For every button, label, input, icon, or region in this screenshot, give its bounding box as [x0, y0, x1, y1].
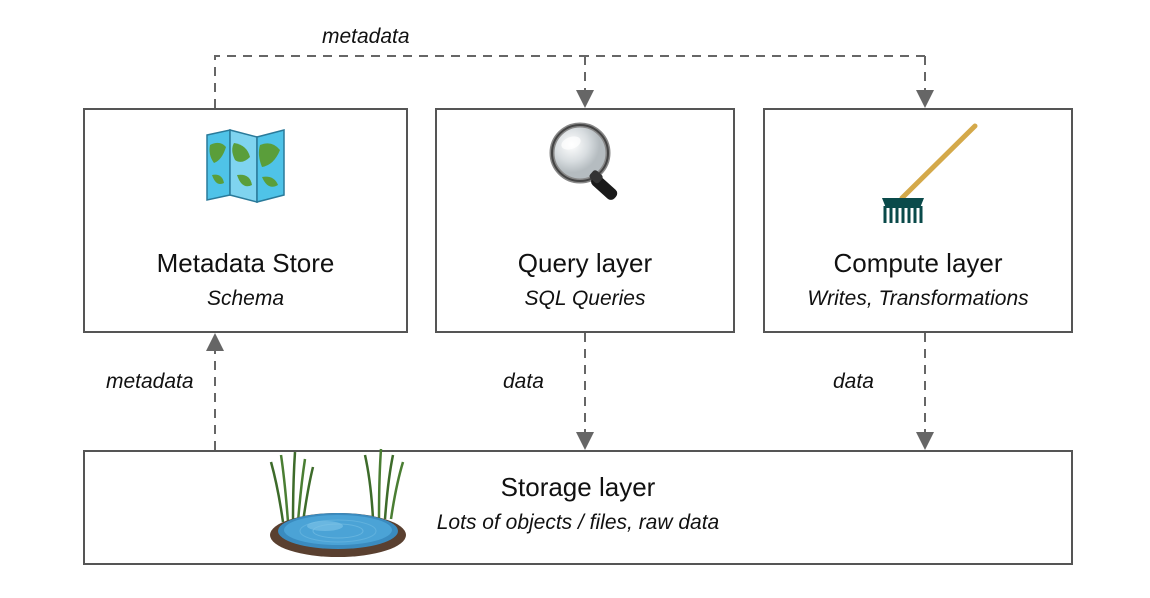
metadata-store-title: Metadata Store [157, 248, 335, 279]
rake-icon [870, 118, 1000, 233]
compute-layer-title: Compute layer [833, 248, 1002, 279]
query-layer-title: Query layer [518, 248, 652, 279]
metadata-store-subtitle: Schema [207, 287, 284, 311]
storage-layer-box: Storage layer Lots of objects / files, r… [83, 450, 1073, 565]
data-compute-arrow-label: data [833, 370, 874, 394]
magnifier-icon [545, 118, 635, 218]
compute-layer-subtitle: Writes, Transformations [807, 287, 1028, 311]
map-icon [202, 125, 292, 210]
data-query-arrow-label: data [503, 370, 544, 394]
metadata-arrow-label: metadata [106, 370, 194, 394]
storage-layer-title: Storage layer [437, 472, 719, 503]
pond-icon [253, 427, 433, 567]
query-layer-subtitle: SQL Queries [524, 287, 645, 311]
storage-layer-subtitle: Lots of objects / files, raw data [437, 511, 719, 535]
top-metadata-label: metadata [322, 25, 410, 49]
